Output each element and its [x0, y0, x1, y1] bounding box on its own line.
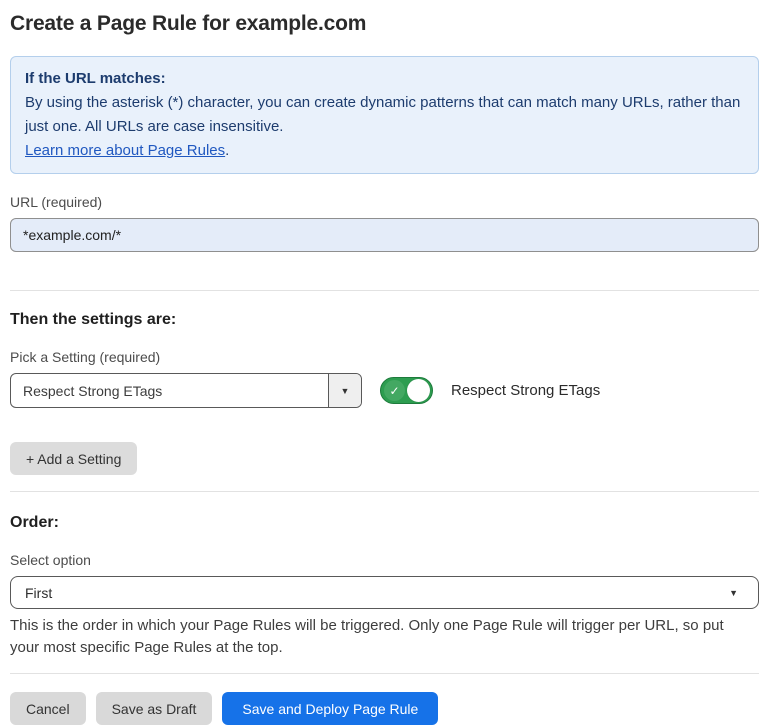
setting-select-arrow-button[interactable]: ▼ [328, 374, 361, 407]
setting-row: Respect Strong ETags ▼ ✓ Respect Strong … [10, 373, 759, 408]
order-help-text: This is the order in which your Page Rul… [10, 615, 755, 659]
order-select-label: Select option [10, 552, 759, 568]
save-draft-button[interactable]: Save as Draft [96, 692, 213, 725]
setting-toggle[interactable]: ✓ [380, 377, 433, 404]
form-actions: Cancel Save as Draft Save and Deploy Pag… [10, 692, 759, 725]
order-select[interactable]: First ▼ [10, 576, 759, 609]
url-input[interactable] [10, 218, 759, 252]
save-deploy-button[interactable]: Save and Deploy Page Rule [222, 692, 438, 725]
pick-setting-label: Pick a Setting (required) [10, 349, 759, 365]
order-select-value: First [25, 585, 52, 601]
toggle-knob [407, 379, 430, 402]
chevron-down-icon: ▼ [729, 588, 744, 598]
url-field-label: URL (required) [10, 194, 759, 210]
info-box-heading: If the URL matches: [25, 67, 744, 91]
divider [10, 491, 759, 492]
setting-select[interactable]: Respect Strong ETags ▼ [10, 373, 362, 408]
toggle-label: Respect Strong ETags [451, 382, 600, 399]
divider [10, 673, 759, 674]
info-box-body: By using the asterisk (*) character, you… [25, 91, 744, 139]
setting-select-value: Respect Strong ETags [11, 374, 328, 407]
chevron-down-icon: ▼ [341, 386, 350, 396]
add-setting-button[interactable]: + Add a Setting [10, 442, 137, 475]
settings-section-heading: Then the settings are: [10, 311, 759, 329]
learn-more-link[interactable]: Learn more about Page Rules [25, 142, 225, 159]
info-box-link-line: Learn more about Page Rules. [25, 139, 744, 163]
checkmark-icon: ✓ [384, 380, 405, 401]
divider [10, 290, 759, 291]
link-suffix: . [225, 142, 229, 159]
page-title: Create a Page Rule for example.com [10, 12, 759, 36]
cancel-button[interactable]: Cancel [10, 692, 86, 725]
url-match-info-box: If the URL matches: By using the asteris… [10, 56, 759, 174]
order-section-heading: Order: [10, 514, 759, 532]
